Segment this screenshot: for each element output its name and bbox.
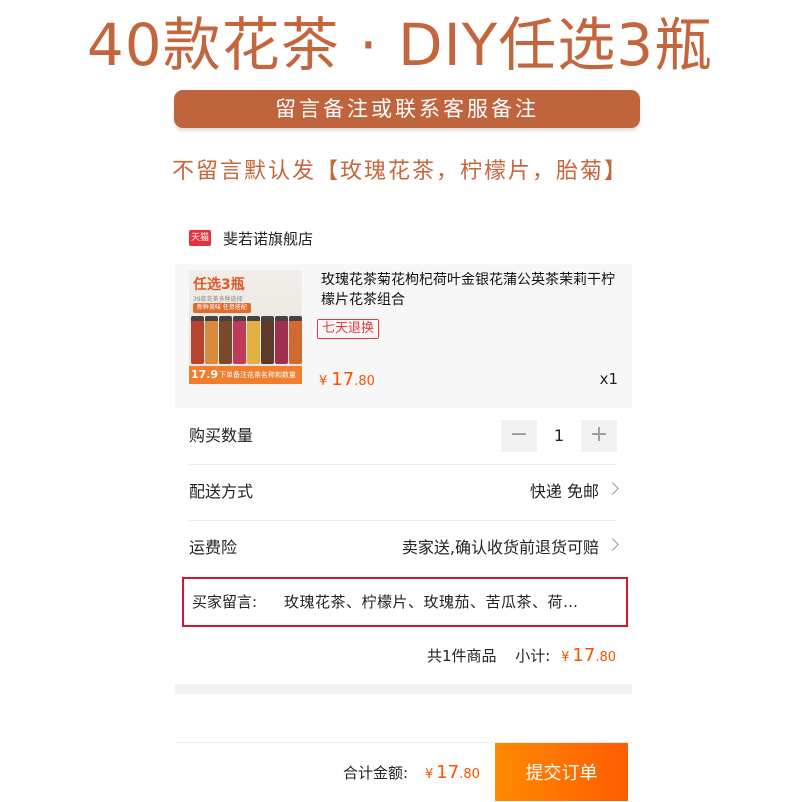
section-divider bbox=[175, 684, 632, 694]
chevron-right-icon bbox=[606, 482, 619, 495]
product-item[interactable]: 任选3瓶 39款花茶多种选择 新鲜美味 任意搭配 17.9 下单备注花茶名称和数… bbox=[175, 264, 632, 408]
insurance-label: 运费险 bbox=[189, 538, 238, 557]
store-header[interactable]: 天猫 斐若诺旗舰店 bbox=[189, 226, 313, 250]
tea-jar bbox=[289, 316, 302, 364]
quantity-input[interactable]: 1 bbox=[537, 420, 581, 452]
product-quantity: x1 bbox=[599, 370, 618, 388]
subtotal: 共1件商品 小计: ¥17.80 bbox=[427, 642, 616, 672]
note-banner: 留言备注或联系客服备注 bbox=[174, 90, 640, 128]
chevron-right-icon bbox=[606, 538, 619, 551]
tea-jar bbox=[205, 316, 218, 364]
default-note: 不留言默认发【玫瑰花茶，柠檬片，胎菊】 bbox=[171, 159, 628, 184]
thumb-jars bbox=[189, 316, 302, 366]
minus-button[interactable]: − bbox=[501, 420, 537, 452]
tmall-icon: 天猫 bbox=[189, 230, 211, 246]
subtotal-decimal: .80 bbox=[595, 650, 616, 665]
thumb-pill: 新鲜美味 任意搭配 bbox=[193, 303, 251, 313]
total-integer: 17 bbox=[436, 762, 460, 783]
shipping-value: 快递 免邮 bbox=[529, 482, 599, 501]
currency-symbol: ¥ bbox=[561, 650, 570, 665]
total-decimal: .80 bbox=[459, 767, 480, 782]
quantity-stepper: − 1 + bbox=[501, 420, 617, 452]
currency-symbol: ¥ bbox=[319, 374, 328, 389]
tea-jar bbox=[275, 316, 288, 364]
buyer-message-label: 买家留言: bbox=[192, 593, 258, 611]
currency-symbol: ¥ bbox=[425, 767, 434, 782]
subtotal-amount: ¥17.80 bbox=[561, 645, 616, 666]
quantity-label: 购买数量 bbox=[189, 426, 254, 445]
tea-jar bbox=[191, 316, 204, 364]
tea-jar bbox=[219, 316, 232, 364]
tea-jar bbox=[261, 316, 274, 364]
insurance-row[interactable]: 运费险 卖家送,确认收货前退货可赔 bbox=[189, 520, 619, 576]
return-badge: 七天退换 bbox=[317, 319, 380, 339]
cropped-top-heading bbox=[0, 0, 800, 8]
checkout-footer: 合计金额: ¥17.80 提交订单 bbox=[175, 742, 632, 801]
product-title[interactable]: 玫瑰花茶菊花枸杞荷叶金银花蒲公英茶茉莉干柠檬片花茶组合 bbox=[321, 270, 621, 310]
insurance-value: 卖家送,确认收货前退货可赔 bbox=[401, 538, 599, 557]
buyer-message-field[interactable]: 买家留言: 玫瑰花茶、柠檬片、玫瑰茄、苦瓜茶、荷… bbox=[182, 577, 628, 627]
thumb-tag: 任选3瓶 bbox=[193, 277, 245, 293]
buyer-message-input[interactable]: 玫瑰花茶、柠檬片、玫瑰茄、苦瓜茶、荷… bbox=[284, 579, 618, 625]
tea-jar bbox=[247, 316, 260, 364]
item-count: 共1件商品 bbox=[426, 647, 497, 665]
shipping-label: 配送方式 bbox=[189, 482, 254, 501]
thumb-price-bar: 17.9 下单备注花茶名称和数量 bbox=[189, 366, 302, 384]
subtotal-integer: 17 bbox=[572, 645, 596, 666]
price-integer: 17 bbox=[331, 369, 355, 390]
thumb-subtitle: 39款花茶多种选择 bbox=[193, 296, 243, 303]
tea-jar bbox=[233, 316, 246, 364]
thumb-price: 17.9 bbox=[191, 368, 219, 381]
total-amount: ¥17.80 bbox=[425, 759, 480, 789]
subtotal-label: 小计: bbox=[515, 647, 551, 665]
plus-button[interactable]: + bbox=[581, 420, 617, 452]
price-decimal: .80 bbox=[354, 374, 375, 389]
hero-title: 40款花茶 · DIY任选3瓶 bbox=[86, 11, 714, 79]
product-thumbnail[interactable]: 任选3瓶 39款花茶多种选择 新鲜美味 任意搭配 17.9 下单备注花茶名称和数… bbox=[189, 270, 302, 384]
total-label: 合计金额: bbox=[343, 764, 409, 782]
product-price: ¥17.80 bbox=[319, 368, 375, 394]
store-name: 斐若诺旗舰店 bbox=[223, 229, 314, 248]
shipping-row[interactable]: 配送方式 快递 免邮 bbox=[189, 464, 619, 521]
submit-order-button[interactable]: 提交订单 bbox=[495, 743, 628, 801]
quantity-row: 购买数量 − 1 + bbox=[189, 408, 617, 465]
thumb-bar-text: 下单备注花茶名称和数量 bbox=[219, 371, 296, 379]
